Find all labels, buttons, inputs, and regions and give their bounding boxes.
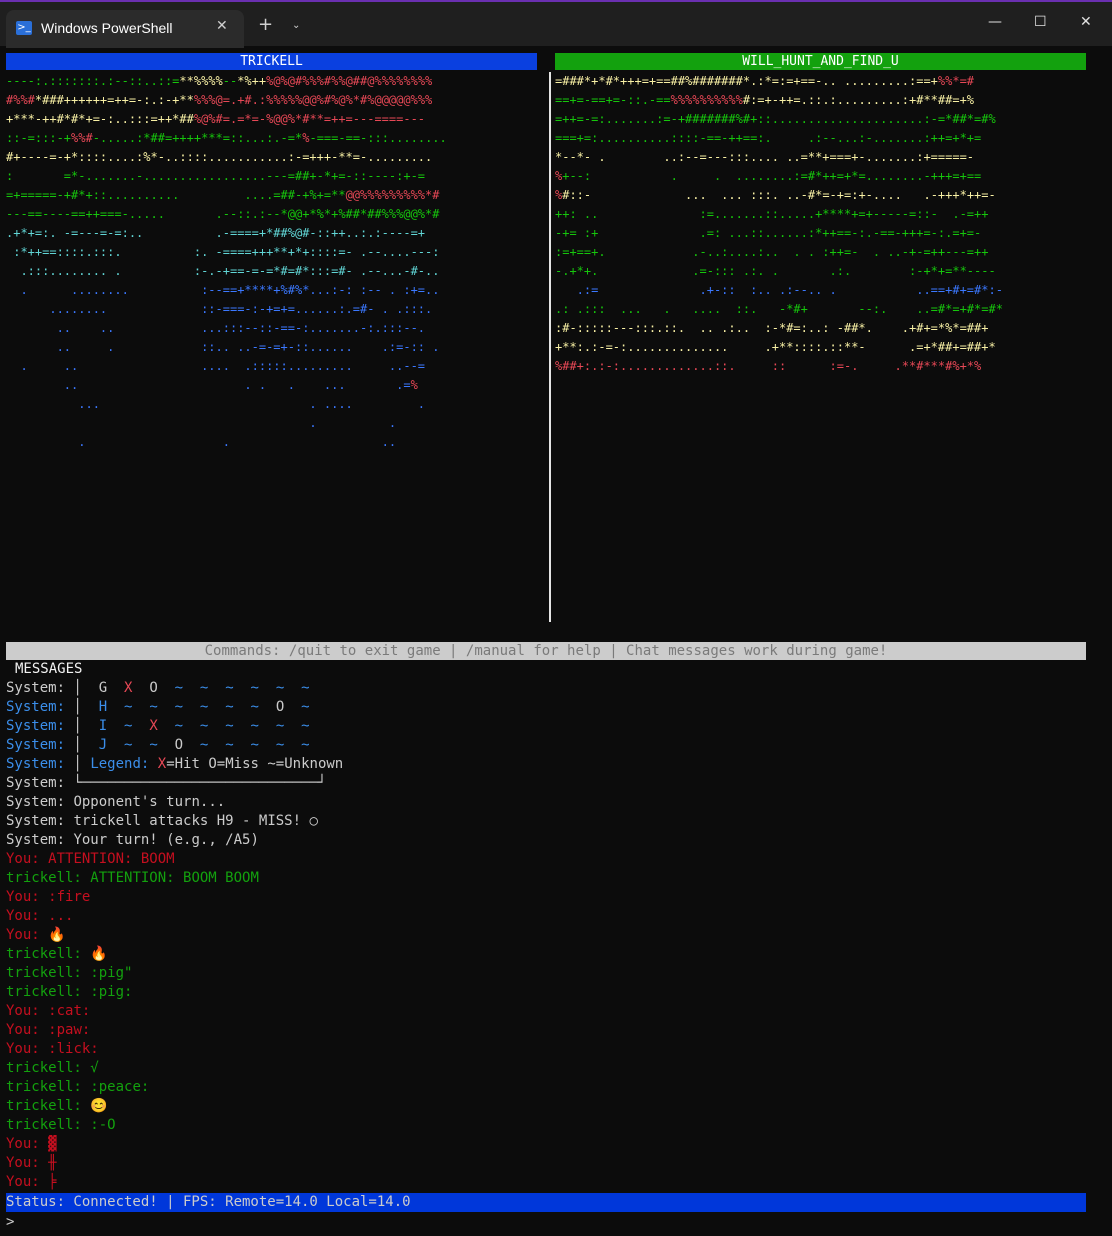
chat-line: You: :cat: [6, 1003, 91, 1019]
chat-line: System: trickell attacks H9 - MISS! ○ [6, 813, 318, 829]
commands-text: Commands: /quit to exit game | /manual f… [204, 643, 888, 659]
chat-line: You: 🔥 [6, 927, 66, 943]
chat-line: You: ▓ [6, 1136, 57, 1152]
chat-line: You: ╞ [6, 1174, 57, 1190]
board-row-i: System: │ I ~ X ~ ~ ~ ~ ~ ~ [6, 718, 310, 734]
chat-line: trickell: 😊 [6, 1098, 108, 1114]
powershell-icon: >_ [16, 21, 32, 35]
tab-title: Windows PowerShell [41, 20, 173, 36]
right-ascii-video: =###*+*#*+++=+==##%#######*.:*=:=+==-.. … [555, 74, 1003, 373]
chat-line: trickell: 🔥 [6, 946, 108, 962]
message-list: System: │ G X O ~ ~ ~ ~ ~ ~ System: │ H … [6, 679, 1086, 1192]
chat-line: You: :paw: [6, 1022, 91, 1038]
chat-line: System: Opponent's turn... [6, 794, 226, 810]
chat-line: You: ... [6, 908, 74, 924]
board-row-g: System: │ G X O ~ ~ ~ ~ ~ ~ [6, 680, 310, 696]
pane-divider [549, 72, 551, 622]
chat-line: You: ╫ [6, 1155, 57, 1171]
chat-line: trickell: :pig: [6, 984, 133, 1000]
tab-powershell[interactable]: >_ Windows PowerShell ✕ [6, 10, 244, 48]
command-prompt[interactable]: > [6, 1213, 14, 1232]
messages-title: MESSAGES [15, 661, 83, 677]
board-bottom: System: └────────────────────────────┘ [6, 775, 327, 791]
board-row-j: System: │ J ~ ~ O ~ ~ ~ ~ ~ [6, 737, 310, 753]
left-ascii-video: ----:.:::::::.:--::..::=**%%%%--*%++%@%@… [6, 74, 447, 449]
board-legend: System: │ Legend: X=Hit O=Miss ~=Unknown [6, 756, 344, 772]
chevron-down-icon[interactable]: ⌄ [292, 20, 300, 31]
left-player-header: TRICKELL [6, 53, 537, 70]
close-tab-icon[interactable]: ✕ [216, 18, 228, 34]
chat-line: System: Your turn! (e.g., /A5) [6, 832, 259, 848]
maximize-button[interactable]: ☐ [1034, 14, 1047, 30]
chat-line: You: :lick: [6, 1041, 99, 1057]
minimize-button[interactable]: — [988, 14, 1002, 30]
title-bar: >_ Windows PowerShell ✕ + ⌄ — ☐ ✕ [0, 0, 1112, 48]
chat-line: trickell: :peace: [6, 1079, 150, 1095]
chat-line: trickell: ATTENTION: BOOM BOOM [6, 870, 259, 886]
right-player-header: WILL_HUNT_AND_FIND_U [555, 53, 1086, 70]
chat-line: You: :fire [6, 889, 91, 905]
chat-line: trickell: :pig" [6, 965, 133, 981]
board-row-h: System: │ H ~ ~ ~ ~ ~ ~ O ~ [6, 699, 310, 715]
chat-line: trickell: √ [6, 1060, 99, 1076]
chat-line: trickell: :-O [6, 1117, 116, 1133]
chat-line: You: ATTENTION: BOOM [6, 851, 175, 867]
close-window-button[interactable]: ✕ [1080, 14, 1092, 30]
new-tab-button[interactable]: + [258, 16, 273, 34]
status-bar: Status: Connected! | FPS: Remote=14.0 Lo… [6, 1193, 1086, 1212]
commands-bar: Commands: /quit to exit game | /manual f… [6, 642, 1086, 660]
